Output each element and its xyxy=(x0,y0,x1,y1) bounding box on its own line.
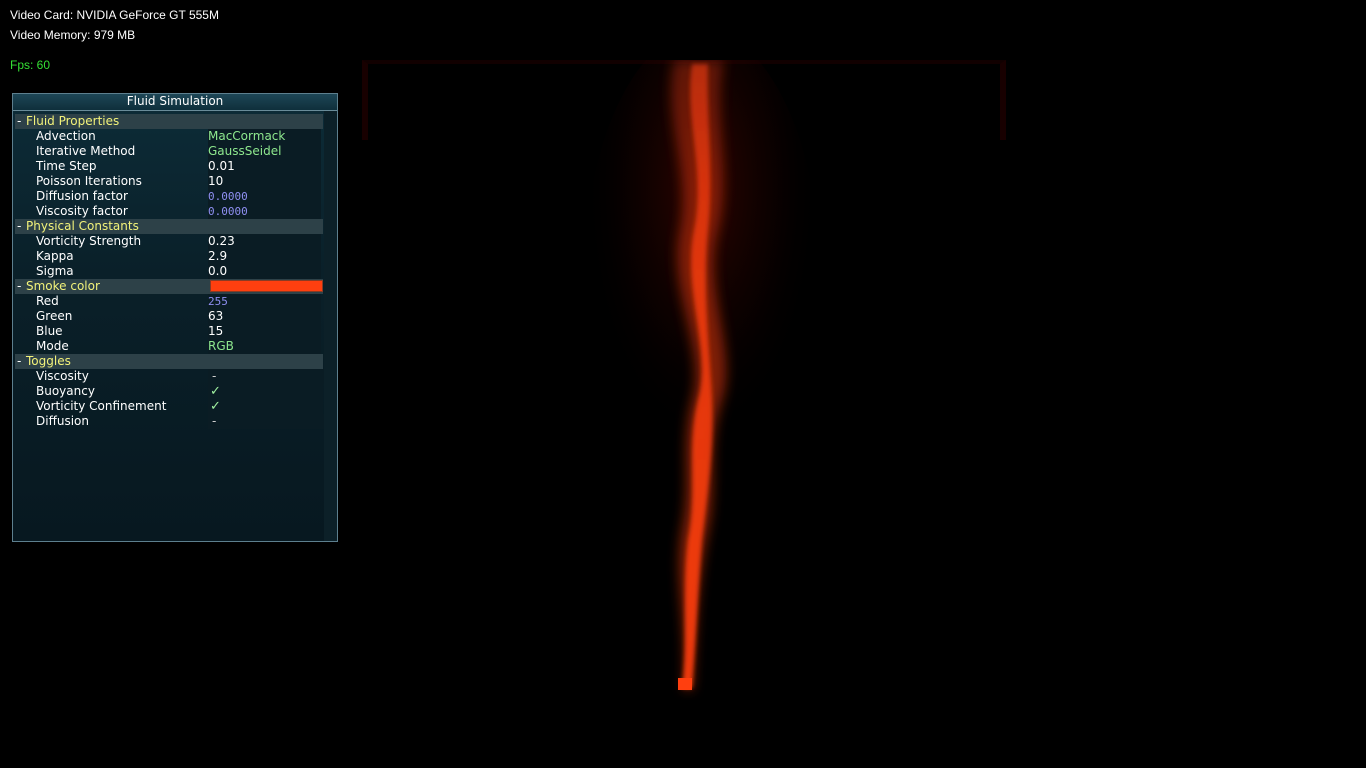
group-physical-constants[interactable]: - Physical Constants xyxy=(15,219,323,234)
value-time-step[interactable]: 0.01 xyxy=(208,159,321,174)
property-label: Diffusion factor xyxy=(36,189,128,203)
property-iterative-method[interactable]: Iterative Method GaussSeidel xyxy=(13,144,324,159)
property-label: Kappa xyxy=(36,249,74,263)
smoke-color-swatch[interactable] xyxy=(210,280,323,292)
panel-title[interactable]: Fluid Simulation xyxy=(13,94,337,111)
group-collapse-toggle[interactable]: - xyxy=(17,219,25,234)
property-vorticity-confinement[interactable]: Vorticity Confinement ✓ xyxy=(13,399,324,414)
value-green[interactable]: 63 xyxy=(208,309,321,324)
property-label: Viscosity xyxy=(36,369,89,383)
panel-scrollbar[interactable] xyxy=(324,111,337,541)
video-card-label: Video Card: NVIDIA GeForce GT 555M xyxy=(10,8,219,22)
checkbox-vorticity-confinement[interactable]: ✓ xyxy=(208,399,323,414)
simulation-viewport[interactable] xyxy=(362,60,1006,700)
group-fluid-properties[interactable]: - Fluid Properties xyxy=(15,114,323,129)
group-collapse-toggle[interactable]: - xyxy=(17,354,25,369)
property-viscosity-factor[interactable]: Viscosity factor 0.0000 xyxy=(13,204,324,219)
group-toggles[interactable]: - Toggles xyxy=(15,354,323,369)
smoke-source xyxy=(678,678,692,690)
panel-body: - Fluid Properties Advection MacCormack Iter… xyxy=(13,114,325,541)
property-advection[interactable]: Advection MacCormack xyxy=(13,129,324,144)
property-red[interactable]: Red 255 xyxy=(13,294,324,309)
value-sigma[interactable]: 0.0 xyxy=(208,264,321,279)
checkbox-viscosity[interactable]: - xyxy=(208,369,325,384)
group-label: Smoke color xyxy=(26,279,100,293)
group-label: Fluid Properties xyxy=(26,114,120,128)
property-label: Green xyxy=(36,309,73,323)
property-diffusion-factor[interactable]: Diffusion factor 0.0000 xyxy=(13,189,324,204)
property-sigma[interactable]: Sigma 0.0 xyxy=(13,264,324,279)
property-blue[interactable]: Blue 15 xyxy=(13,324,324,339)
property-label: Sigma xyxy=(36,264,74,278)
property-poisson-iterations[interactable]: Poisson Iterations 10 xyxy=(13,174,324,189)
value-viscosity-factor[interactable]: 0.0000 xyxy=(208,204,321,219)
property-label: Viscosity factor xyxy=(36,204,128,218)
property-time-step[interactable]: Time Step 0.01 xyxy=(13,159,324,174)
checkbox-diffusion[interactable]: - xyxy=(208,414,325,429)
group-label: Toggles xyxy=(26,354,71,368)
property-label: Iterative Method xyxy=(36,144,136,158)
property-buoyancy[interactable]: Buoyancy ✓ xyxy=(13,384,324,399)
property-label: Time Step xyxy=(36,159,97,173)
property-viscosity[interactable]: Viscosity - xyxy=(13,369,325,384)
group-collapse-toggle[interactable]: - xyxy=(17,114,25,129)
group-collapse-toggle[interactable]: - xyxy=(17,279,25,294)
value-kappa[interactable]: 2.9 xyxy=(208,249,321,264)
value-poisson-iterations[interactable]: 10 xyxy=(208,174,321,189)
checkbox-buoyancy[interactable]: ✓ xyxy=(208,384,323,399)
property-diffusion[interactable]: Diffusion - xyxy=(13,414,325,429)
property-label: Red xyxy=(36,294,59,308)
property-label: Vorticity Confinement xyxy=(36,399,167,413)
group-smoke-color[interactable]: - Smoke color xyxy=(15,279,323,294)
value-red[interactable]: 255 xyxy=(208,294,321,309)
property-mode[interactable]: Mode RGB xyxy=(13,339,324,354)
value-advection[interactable]: MacCormack xyxy=(208,129,321,144)
property-label: Buoyancy xyxy=(36,384,95,398)
value-iterative-method[interactable]: GaussSeidel xyxy=(208,144,321,159)
value-vorticity-strength[interactable]: 0.23 xyxy=(208,234,321,249)
property-label: Poisson Iterations xyxy=(36,174,142,188)
group-label: Physical Constants xyxy=(26,219,139,233)
property-label: Mode xyxy=(36,339,69,353)
value-blue[interactable]: 15 xyxy=(208,324,321,339)
property-label: Advection xyxy=(36,129,96,143)
value-mode[interactable]: RGB xyxy=(208,339,321,354)
video-memory-label: Video Memory: 979 MB xyxy=(10,28,136,42)
fluid-simulation-panel[interactable]: Fluid Simulation - Fluid Properties Advect… xyxy=(12,93,338,542)
smoke-plume xyxy=(582,60,822,690)
property-kappa[interactable]: Kappa 2.9 xyxy=(13,249,324,264)
property-label: Diffusion xyxy=(36,414,89,428)
property-list: - Fluid Properties Advection MacCormack Iter… xyxy=(13,114,325,429)
simulation-window: Video Card: NVIDIA GeForce GT 555M Video… xyxy=(0,0,1366,768)
value-diffusion-factor[interactable]: 0.0000 xyxy=(208,189,321,204)
property-label: Blue xyxy=(36,324,63,338)
property-vorticity-strength[interactable]: Vorticity Strength 0.23 xyxy=(13,234,324,249)
property-green[interactable]: Green 63 xyxy=(13,309,324,324)
property-label: Vorticity Strength xyxy=(36,234,142,248)
fps-counter: Fps: 60 xyxy=(10,58,51,72)
